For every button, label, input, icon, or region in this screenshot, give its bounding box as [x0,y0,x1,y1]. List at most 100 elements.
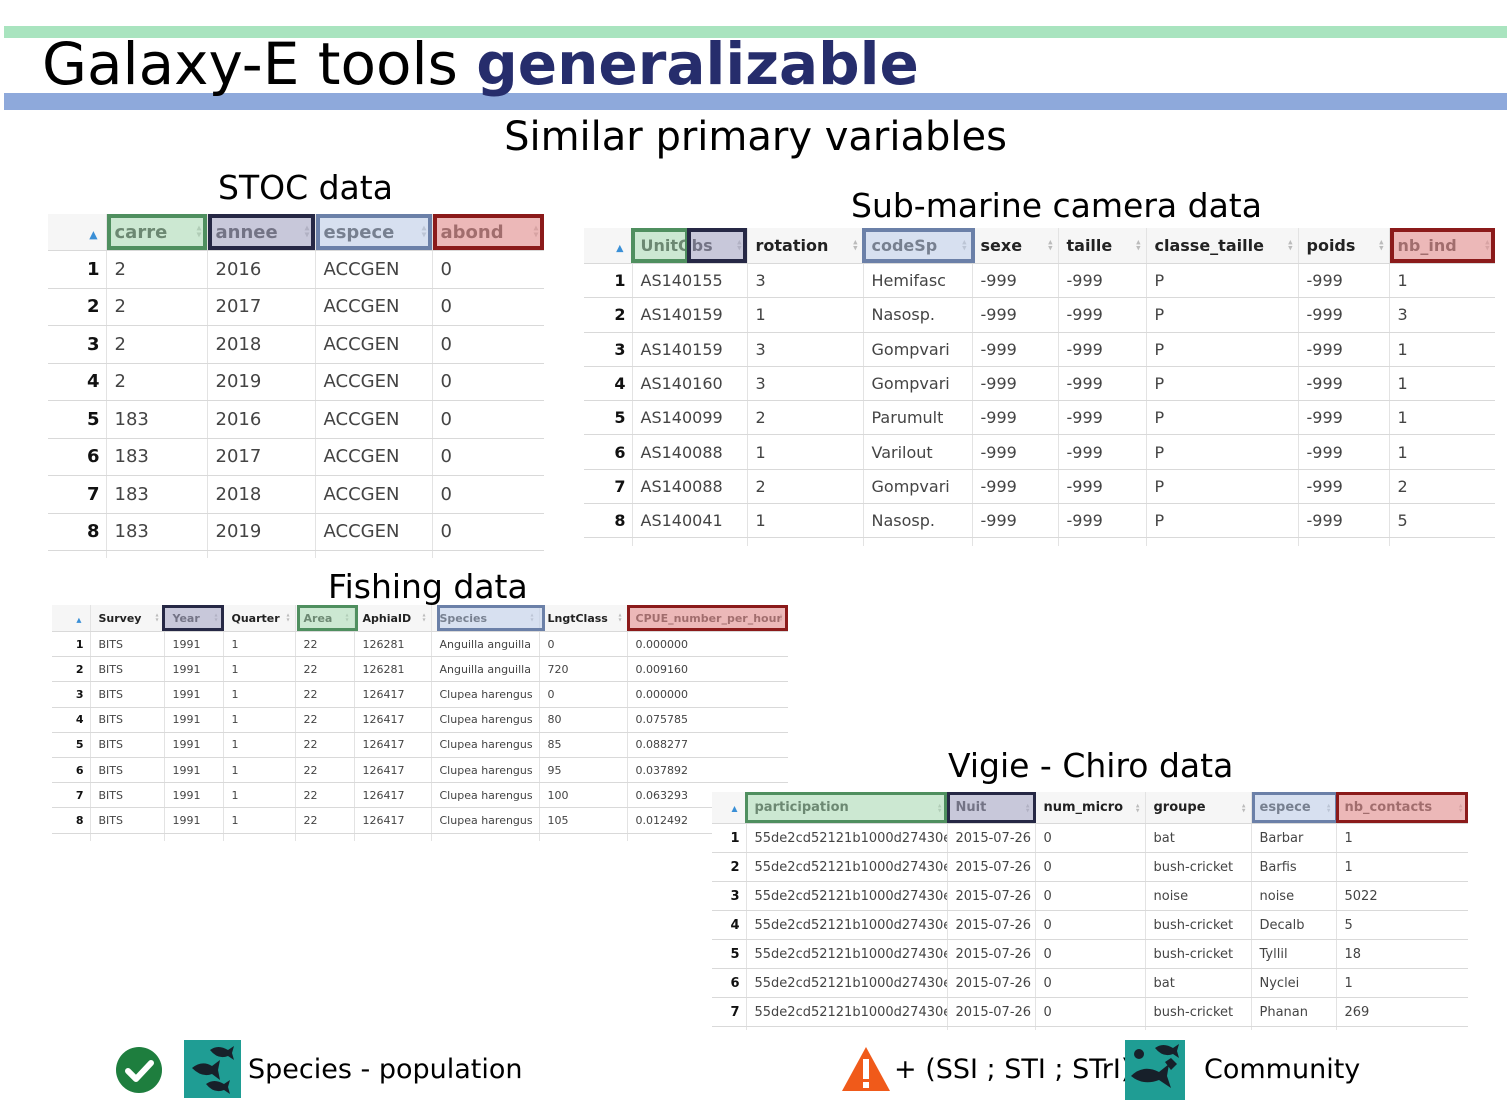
sort-arrows-icon[interactable]: ▴ ▾ [534,223,539,240]
sort-arrows-icon[interactable]: ▴ ▾ [422,223,427,240]
column-header-unitobs[interactable]: UnitObs ▴ ▾ [632,228,748,264]
table-row[interactable]: 1 55de2cd52121b1000d27430e 2015-07-26 0 bat B… [712,823,1468,853]
table-row[interactable]: 1 AS140155 3 Hemifasc -999 -999 P -999 1 [584,263,1495,299]
table-row[interactable]: 2 2 2017 ACCGEN 0 [48,288,544,326]
column-header-sexe[interactable]: sexe ▴ ▾ [972,228,1059,264]
sort-arrows-icon[interactable]: ▴ ▾ [197,223,202,240]
fishing-table-viewport[interactable]: ▲ Survey ▴ ▾ Year ▴ ▾ Quarter ▴ ▾ Area ▴ ▾ AphiaID ▴ ▾ S… [52,605,788,841]
table-row[interactable]: 7 BITS 1991 1 22 126417 Clupea harengus 100 0.06… [52,782,788,809]
table-row[interactable]: 2 55de2cd52121b1000d27430e 2015-07-26 0 bush… [712,852,1468,882]
table-row[interactable]: 5 55de2cd52121b1000d27430e 2015-07-26 0 bush… [712,939,1468,969]
row-number: 7 [52,782,91,809]
column-header-label: Quarter [231,611,280,625]
table-row[interactable]: 8 AS140041 1 Nasosp. -999 -999 P -999 5 [584,503,1495,539]
sort-arrows-icon[interactable]: ▴ ▾ [1136,237,1140,253]
sort-arrows-icon[interactable]: ▴ ▾ [286,612,289,623]
table-row[interactable]: 855de2cd52121b1000d27430e2015-07-260batE… [712,1026,1468,1030]
sort-arrows-icon[interactable]: ▴ ▾ [618,612,621,623]
table-row[interactable]: 3 BITS 1991 1 22 126417 Clupea harengus 0 0.0000… [52,681,788,708]
column-header-quarter[interactable]: Quarter ▴ ▾ [223,605,296,632]
sort-arrows-icon[interactable]: ▴ ▾ [1136,801,1140,813]
table-row[interactable]: 4 55de2cd52121b1000d27430e 2015-07-26 0 bush… [712,910,1468,940]
column-header-year[interactable]: Year ▴ ▾ [164,605,224,632]
table-row[interactable]: 9AS1400441Parumult-999-999P-9994 [584,537,1495,546]
column-header-classe_taille[interactable]: classe_taille ▴ ▾ [1146,228,1299,264]
column-header-cpue_number_per_hour[interactable]: CPUE_number_per_hour ▴ ▾ [627,605,788,632]
sort-index-header[interactable]: ▲ [712,792,747,824]
column-header-espece[interactable]: espece ▴ ▾ [315,214,433,251]
table-row[interactable]: 4 AS140160 3 Gompvari -999 -999 P -999 1 [584,366,1495,402]
table-row[interactable]: 8 183 2019 ACCGEN 0 [48,513,544,551]
column-header-num_micro[interactable]: num_micro ▴ ▾ [1035,792,1146,824]
column-header-abond[interactable]: abond ▴ ▾ [432,214,544,251]
sort-arrows-icon[interactable]: ▴ ▾ [1327,801,1331,813]
sort-arrows-icon[interactable]: ▴ ▾ [422,612,425,623]
stoc-table-viewport[interactable]: ▲ carre ▴ ▾ annee ▴ ▾ espece ▴ ▾ abond ▴ ▾ 1 2 2016 ACCG… [48,214,544,558]
sort-arrows-icon[interactable]: ▴ ▾ [853,237,857,253]
table-row[interactable]: 3 AS140159 3 Gompvari -999 -999 P -999 1 [584,332,1495,367]
sort-index-header[interactable]: ▲ [584,228,633,264]
column-header-poids[interactable]: poids ▴ ▾ [1298,228,1390,264]
table-cell: 269 [1336,997,1468,1027]
sort-arrows-icon[interactable]: ▴ ▾ [1459,801,1463,813]
column-header-lngtclass[interactable]: LngtClass ▴ ▾ [539,605,628,632]
table-row[interactable]: 6 AS140088 1 Varilout -999 -999 P -999 1 [584,434,1495,470]
table-row[interactable]: 6 55de2cd52121b1000d27430e 2015-07-26 0 bat N… [712,968,1468,998]
table-row[interactable]: 8 BITS 1991 1 22 126417 Clupea harengus 105 0.01… [52,807,788,834]
table-row[interactable]: 3 55de2cd52121b1000d27430e 2015-07-26 0 nois… [712,881,1468,911]
sort-arrows-icon[interactable]: ▴ ▾ [962,237,966,253]
table-cell: Gompvari [863,469,973,505]
sort-arrows-icon[interactable]: ▴ ▾ [345,612,348,623]
column-header-espece[interactable]: espece ▴ ▾ [1251,792,1337,824]
sort-arrows-icon[interactable]: ▴ ▾ [1048,237,1052,253]
table-row[interactable]: 4 2 2019 ACCGEN 0 [48,363,544,401]
sort-index-header[interactable]: ▲ [48,214,107,251]
sort-arrows-icon[interactable]: ▴ ▾ [305,223,310,240]
table-row[interactable]: 2 BITS 1991 1 22 126281 Anguilla anguilla 720 0.… [52,656,788,683]
vigie-table-viewport[interactable]: ▲ participation ▴ ▾ Nuit ▴ ▾ num_micro ▴ ▾ groupe ▴… [712,792,1468,1030]
sort-arrows-icon[interactable]: ▴ ▾ [1242,801,1246,813]
table-row[interactable]: 3 2 2018 ACCGEN 0 [48,325,544,364]
table-row[interactable]: 4 BITS 1991 1 22 126417 Clupea harengus 80 0.075… [52,707,788,733]
table-row[interactable]: 1 2 2016 ACCGEN 0 [48,250,544,289]
sort-arrows-icon[interactable]: ▴ ▾ [737,237,741,253]
sort-arrows-icon[interactable]: ▴ ▾ [1485,237,1489,253]
column-header-survey[interactable]: Survey ▴ ▾ [90,605,165,632]
table-row[interactable]: 6 BITS 1991 1 22 126417 Clupea harengus 95 0.037… [52,757,788,784]
sort-arrows-icon[interactable]: ▴ ▾ [1379,237,1383,253]
sort-arrows-icon[interactable]: ▴ ▾ [938,801,942,813]
sort-arrows-icon[interactable]: ▴ ▾ [1026,801,1030,813]
column-header-participation[interactable]: participation ▴ ▾ [746,792,948,824]
column-header-groupe[interactable]: groupe ▴ ▾ [1145,792,1252,824]
column-header-taille[interactable]: taille ▴ ▾ [1058,228,1147,264]
table-row[interactable]: 2 AS140159 1 Nasosp. -999 -999 P -999 3 [584,297,1495,333]
sort-arrows-icon[interactable]: ▴ ▾ [155,612,158,623]
table-row[interactable]: 7 AS140088 2 Gompvari -999 -999 P -999 2 [584,469,1495,505]
table-cell: noise [1145,881,1252,911]
column-header-codesp[interactable]: codeSp ▴ ▾ [863,228,973,264]
table-row[interactable]: 9BITS1991122126417Clupea harengus1100.61… [52,833,788,841]
sort-arrows-icon[interactable]: ▴ ▾ [779,612,782,623]
column-header-carre[interactable]: carre ▴ ▾ [106,214,208,251]
sort-arrows-icon[interactable]: ▴ ▾ [214,612,217,623]
column-header-aphiaid[interactable]: AphiaID ▴ ▾ [354,605,432,632]
table-row[interactable]: 7 183 2018 ACCGEN 0 [48,475,544,514]
table-row[interactable]: 5 AS140099 2 Parumult -999 -999 P -999 1 [584,400,1495,436]
column-header-annee[interactable]: annee ▴ ▾ [207,214,316,251]
column-header-nb_ind[interactable]: nb_ind ▴ ▾ [1389,228,1495,264]
table-row[interactable]: 7 55de2cd52121b1000d27430e 2015-07-26 0 bush… [712,997,1468,1027]
sort-arrows-icon[interactable]: ▴ ▾ [530,612,533,623]
column-header-nb_contacts[interactable]: nb_contacts ▴ ▾ [1336,792,1468,824]
table-row[interactable]: 922010ACCGEN0 [48,550,544,558]
column-header-rotation[interactable]: rotation ▴ ▾ [747,228,864,264]
column-header-area[interactable]: Area ▴ ▾ [295,605,355,632]
sort-index-header[interactable]: ▲ [52,605,91,632]
table-row[interactable]: 6 183 2017 ACCGEN 0 [48,438,544,476]
table-row[interactable]: 1 BITS 1991 1 22 126281 Anguilla anguilla 0 0.00… [52,631,788,658]
table-row[interactable]: 5 183 2016 ACCGEN 0 [48,400,544,439]
sort-arrows-icon[interactable]: ▴ ▾ [1288,237,1292,253]
table-row[interactable]: 5 BITS 1991 1 22 126417 Clupea harengus 85 0.088… [52,732,788,758]
column-header-nuit[interactable]: Nuit ▴ ▾ [947,792,1036,824]
submarine-table-viewport[interactable]: ▲ UnitObs ▴ ▾ rotation ▴ ▾ codeSp ▴ ▾ sexe ▴ ▾ taille… [584,228,1495,546]
column-header-species[interactable]: Species ▴ ▾ [431,605,540,632]
